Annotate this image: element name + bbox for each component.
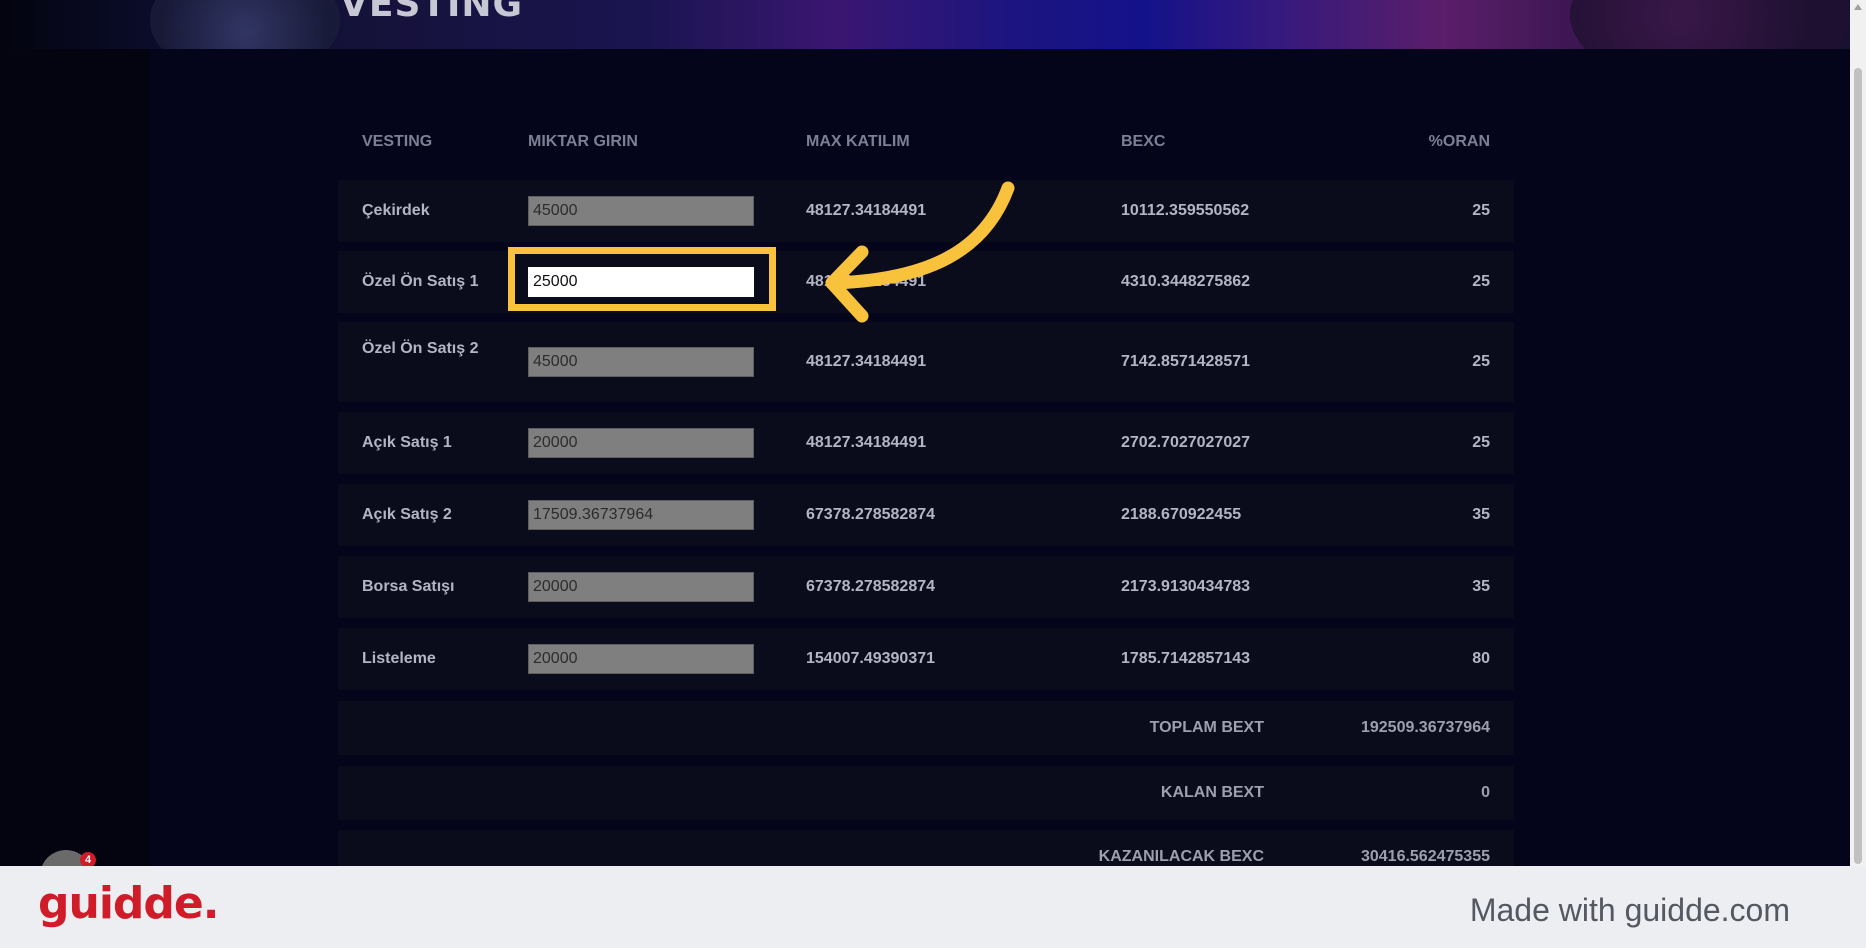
scroll-up-icon[interactable] xyxy=(1854,4,1862,10)
guidde-logo: guidde. xyxy=(38,878,219,929)
page: VESTING VESTING MIKTAR GIRIN MAX KATILIM… xyxy=(0,0,1850,866)
pointer-arrow-icon xyxy=(825,181,1015,323)
vertical-scrollbar[interactable] xyxy=(1850,0,1866,866)
made-with-text: Made with guidde.com xyxy=(1469,892,1790,928)
scroll-thumb[interactable] xyxy=(1854,68,1862,864)
footer-bar: guidde. Made with guidde.com xyxy=(0,866,1866,948)
notification-badge: 4 xyxy=(80,852,96,866)
